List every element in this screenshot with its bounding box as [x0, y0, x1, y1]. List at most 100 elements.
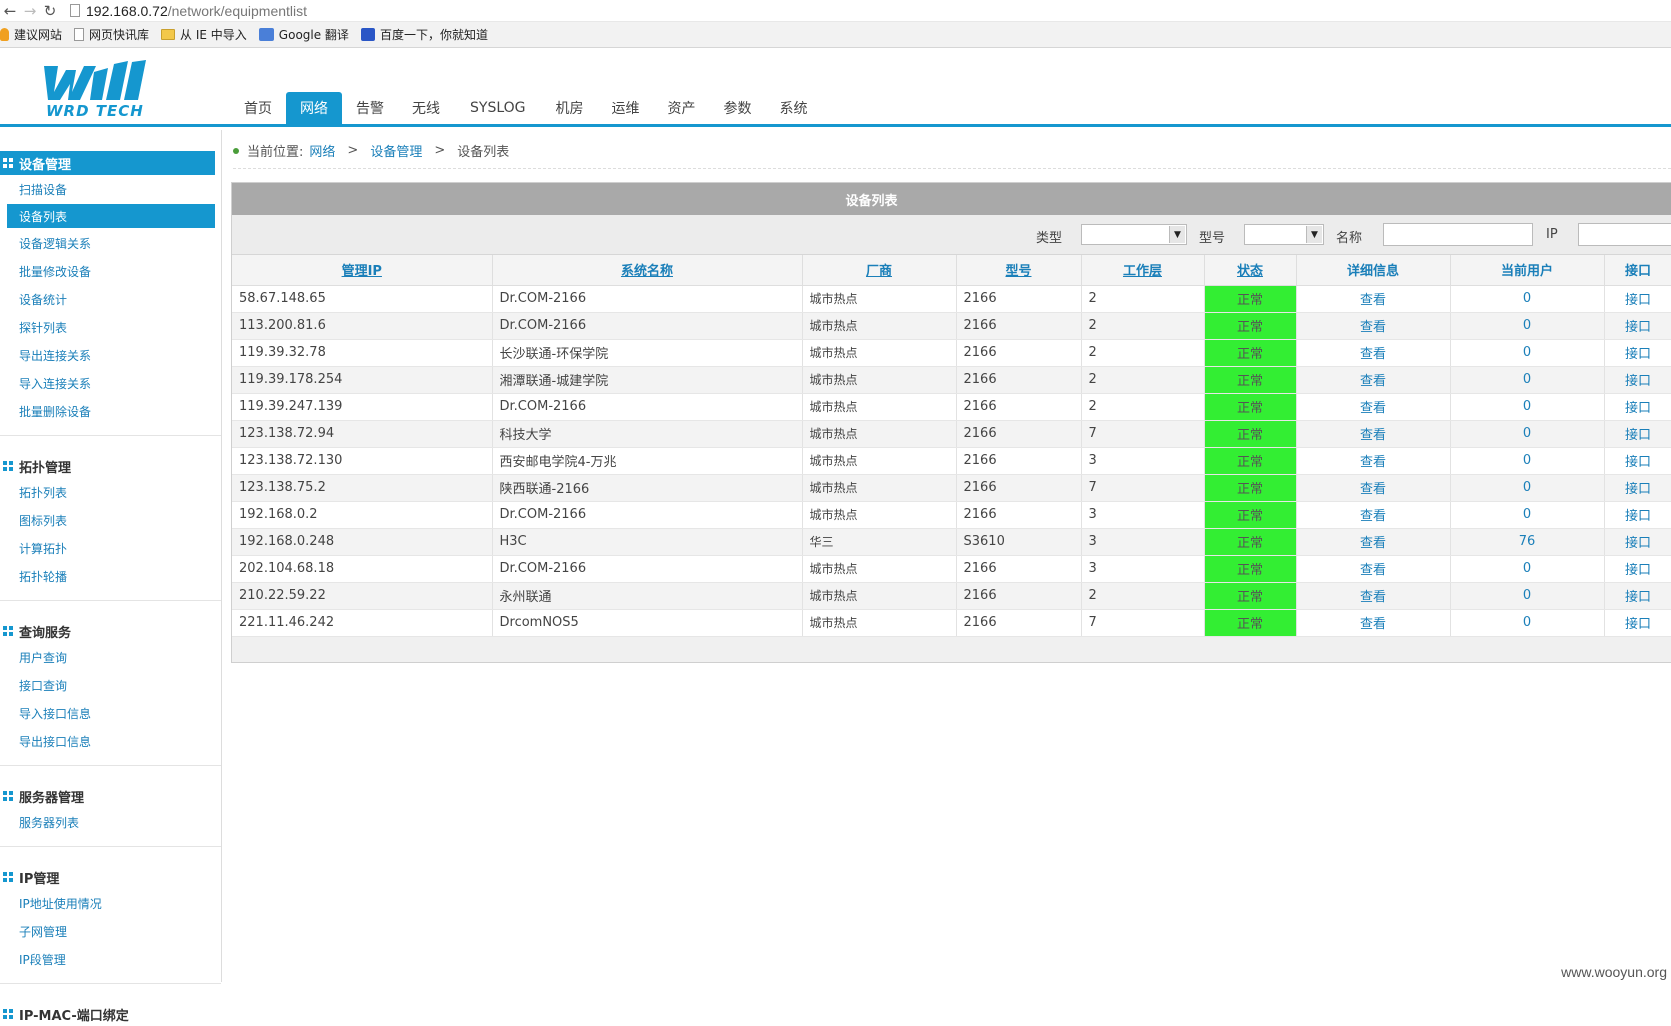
tab-system[interactable]: 系统	[766, 92, 822, 124]
sidebar-item-batch-delete[interactable]: 批量删除设备	[0, 397, 221, 425]
cell-details-link[interactable]: 查看	[1296, 285, 1450, 312]
cell-current-users[interactable]: 0	[1450, 285, 1604, 312]
tab-alarm[interactable]: 告警	[342, 92, 398, 124]
column-header-layer[interactable]: 工作层	[1081, 255, 1204, 285]
cell-details-link[interactable]: 查看	[1296, 555, 1450, 582]
column-header-mgmt-ip[interactable]: 管理IP	[232, 255, 492, 285]
cell-interface-link[interactable]: 接口	[1604, 501, 1671, 528]
sidebar-item-server-list[interactable]: 服务器列表	[0, 808, 221, 836]
sidebar-item-probe-list[interactable]: 探针列表	[0, 313, 221, 341]
sidebar-section-title[interactable]: 查询服务	[0, 619, 221, 643]
column-header-system-name[interactable]: 系统名称	[492, 255, 802, 285]
cell-details-link[interactable]: 查看	[1296, 312, 1450, 339]
breadcrumb-device-management[interactable]: 设备管理	[370, 141, 422, 160]
cell-details-link[interactable]: 查看	[1296, 501, 1450, 528]
cell-details-link[interactable]: 查看	[1296, 366, 1450, 393]
column-header-model[interactable]: 型号	[956, 255, 1081, 285]
tab-operations[interactable]: 运维	[598, 92, 654, 124]
tab-syslog[interactable]: SYSLOG	[454, 92, 542, 124]
sidebar-item-device-stats[interactable]: 设备统计	[0, 285, 221, 313]
cell-mgmt-ip: 221.11.46.242	[232, 609, 492, 636]
sidebar-item-scan-devices[interactable]: 扫描设备	[0, 175, 221, 203]
sidebar-item-export-connections[interactable]: 导出连接关系	[0, 341, 221, 369]
bookmark-baidu[interactable]: 百度一下，你就知道	[361, 26, 488, 43]
tab-wireless[interactable]: 无线	[398, 92, 454, 124]
bookmark-ie-import[interactable]: 从 IE 中导入	[161, 26, 247, 43]
sidebar-item-ip-range[interactable]: IP段管理	[0, 945, 221, 973]
cell-interface-link[interactable]: 接口	[1604, 609, 1671, 636]
cell-interface-link[interactable]: 接口	[1604, 312, 1671, 339]
tab-home[interactable]: 首页	[230, 92, 286, 124]
cell-interface-link[interactable]: 接口	[1604, 474, 1671, 501]
sidebar-item-device-logic[interactable]: 设备逻辑关系	[0, 229, 221, 257]
cell-interface-link[interactable]: 接口	[1604, 339, 1671, 366]
sidebar-item-import-interface[interactable]: 导入接口信息	[0, 699, 221, 727]
cell-interface-link[interactable]: 接口	[1604, 366, 1671, 393]
tab-network[interactable]: 网络	[286, 92, 342, 124]
cell-interface-link[interactable]: 接口	[1604, 582, 1671, 609]
bookmark-web-slice[interactable]: 网页快讯库	[74, 26, 149, 43]
cell-current-users[interactable]: 0	[1450, 447, 1604, 474]
sidebar-section-title[interactable]: 设备管理	[0, 151, 215, 175]
cell-current-users[interactable]: 0	[1450, 393, 1604, 420]
cell-interface-link[interactable]: 接口	[1604, 528, 1671, 555]
sidebar-item-export-interface[interactable]: 导出接口信息	[0, 727, 221, 755]
forward-arrow-icon[interactable]: →	[20, 1, 40, 21]
sidebar-item-topology-list[interactable]: 拓扑列表	[0, 478, 221, 506]
sidebar-item-subnet[interactable]: 子网管理	[0, 917, 221, 945]
sidebar-item-icon-list[interactable]: 图标列表	[0, 506, 221, 534]
reload-icon[interactable]: ↻	[40, 1, 60, 21]
sidebar-section-title[interactable]: 服务器管理	[0, 784, 221, 808]
cell-interface-link[interactable]: 接口	[1604, 420, 1671, 447]
tab-assets[interactable]: 资产	[654, 92, 710, 124]
sidebar-item-topology-carousel[interactable]: 拓扑轮播	[0, 562, 221, 590]
cell-current-users[interactable]: 0	[1450, 420, 1604, 447]
sidebar-section-title[interactable]: 拓扑管理	[0, 454, 221, 478]
cell-current-users[interactable]: 0	[1450, 501, 1604, 528]
cell-current-users[interactable]: 0	[1450, 366, 1604, 393]
cell-details-link[interactable]: 查看	[1296, 609, 1450, 636]
cell-interface-link[interactable]: 接口	[1604, 393, 1671, 420]
cell-current-users[interactable]: 0	[1450, 312, 1604, 339]
cell-details-link[interactable]: 查看	[1296, 528, 1450, 555]
type-filter-select[interactable]: ▼	[1081, 224, 1187, 245]
cell-current-users[interactable]: 0	[1450, 339, 1604, 366]
cell-current-users[interactable]: 76	[1450, 528, 1604, 555]
tab-parameters[interactable]: 参数	[710, 92, 766, 124]
cell-interface-link[interactable]: 接口	[1604, 447, 1671, 474]
cell-details-link[interactable]: 查看	[1296, 474, 1450, 501]
model-filter-select[interactable]: ▼	[1244, 224, 1324, 245]
sidebar-section-title[interactable]: IP管理	[0, 865, 221, 889]
ip-filter-input[interactable]	[1578, 223, 1671, 246]
bookmark-google-translate[interactable]: Google 翻译	[259, 26, 349, 43]
sidebar-section-title[interactable]: IP-MAC-端口绑定	[0, 1002, 221, 1026]
cell-details-link[interactable]: 查看	[1296, 582, 1450, 609]
cell-current-users[interactable]: 0	[1450, 474, 1604, 501]
sidebar-item-user-query[interactable]: 用户查询	[0, 643, 221, 671]
cell-status: 正常	[1204, 312, 1296, 339]
sidebar-item-ip-usage[interactable]: IP地址使用情况	[0, 889, 221, 917]
sidebar-item-batch-modify[interactable]: 批量修改设备	[0, 257, 221, 285]
column-header-vendor[interactable]: 厂商	[802, 255, 956, 285]
cell-current-users[interactable]: 0	[1450, 582, 1604, 609]
sidebar-item-compute-topology[interactable]: 计算拓扑	[0, 534, 221, 562]
back-arrow-icon[interactable]: ←	[0, 1, 20, 21]
sidebar-item-device-list[interactable]: 设备列表	[7, 204, 215, 228]
cell-details-link[interactable]: 查看	[1296, 339, 1450, 366]
tab-machine-room[interactable]: 机房	[542, 92, 598, 124]
name-filter-input[interactable]	[1383, 223, 1533, 246]
cell-interface-link[interactable]: 接口	[1604, 285, 1671, 312]
bookmark-suggested-sites[interactable]: 建议网站	[0, 26, 62, 43]
cell-details-link[interactable]: 查看	[1296, 447, 1450, 474]
breadcrumb-network[interactable]: 网络	[309, 141, 335, 160]
cell-interface-link[interactable]: 接口	[1604, 555, 1671, 582]
cell-current-users[interactable]: 0	[1450, 555, 1604, 582]
sidebar-item-interface-query[interactable]: 接口查询	[0, 671, 221, 699]
cell-details-link[interactable]: 查看	[1296, 420, 1450, 447]
url-field[interactable]: 192.168.0.72 /network/equipmentlist	[70, 1, 307, 21]
cell-details-link[interactable]: 查看	[1296, 393, 1450, 420]
column-header-status[interactable]: 状态	[1204, 255, 1296, 285]
cell-current-users[interactable]: 0	[1450, 609, 1604, 636]
table-row: 119.39.247.139Dr.COM-2166城市热点21662正常查看0接…	[232, 393, 1671, 420]
sidebar-item-import-connections[interactable]: 导入连接关系	[0, 369, 221, 397]
